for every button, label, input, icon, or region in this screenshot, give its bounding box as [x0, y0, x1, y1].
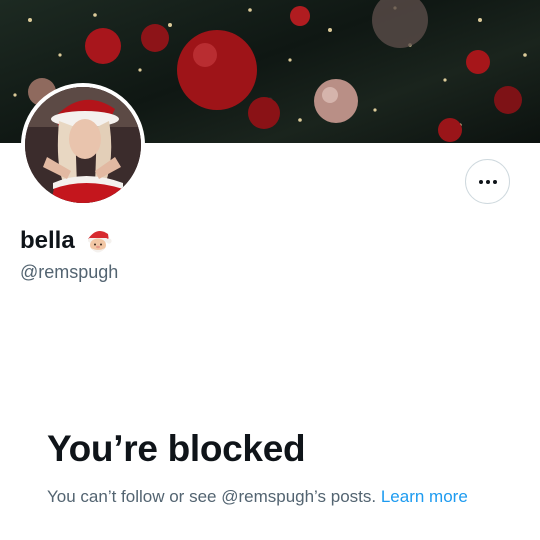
learn-more-link[interactable]: Learn more	[381, 487, 468, 506]
profile-avatar[interactable]	[21, 83, 145, 207]
display-name: bella	[20, 227, 75, 254]
profile-name-row: bella	[20, 226, 113, 256]
santa-emoji-icon	[83, 226, 113, 256]
blocked-message-text: You can’t follow or see @remspugh’s post…	[47, 487, 377, 506]
profile-handle: @remspugh	[20, 262, 119, 282]
avatar-image	[25, 87, 141, 203]
blocked-title: You’re blocked	[47, 428, 306, 469]
more-horizontal-icon	[478, 179, 497, 184]
more-options-button[interactable]	[465, 159, 510, 204]
blocked-message: You can’t follow or see @remspugh’s post…	[47, 484, 487, 509]
